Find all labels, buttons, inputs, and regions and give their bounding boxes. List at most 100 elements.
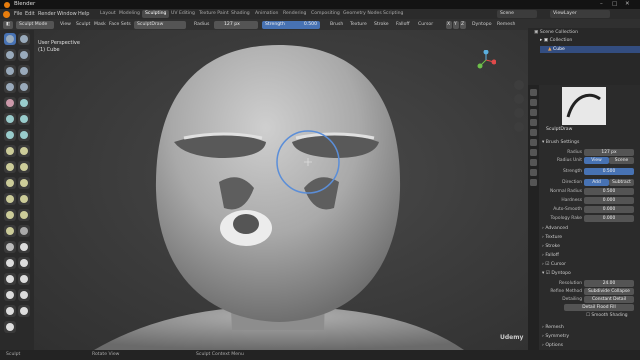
radius-field[interactable]: 127 px — [584, 149, 634, 156]
falloff-dropdown[interactable]: Falloff — [396, 22, 410, 27]
tool-pinch-icon[interactable] — [4, 145, 16, 157]
brush-selector[interactable]: SculptDraw — [134, 20, 186, 29]
world-tab-icon[interactable] — [530, 129, 537, 136]
tool-line-project-icon[interactable] — [4, 273, 16, 285]
object-tab-icon[interactable] — [530, 139, 537, 146]
tab-compositing[interactable]: Compositing — [308, 10, 343, 18]
tool-annotate-icon[interactable] — [4, 321, 16, 333]
auto-smooth-field[interactable]: 0.000 — [584, 206, 634, 213]
tool-thumb-icon[interactable] — [4, 177, 16, 189]
tool-mesh-filter-icon[interactable] — [18, 273, 30, 285]
tool-nudge-icon[interactable] — [4, 193, 16, 205]
tab-rendering[interactable]: Rendering — [280, 10, 309, 18]
dyntopo-panel[interactable]: ▾ ☑ Dyntopo — [542, 271, 571, 276]
physics-tab-icon[interactable] — [530, 159, 537, 166]
tool-draw-sharp-icon[interactable] — [18, 33, 30, 45]
tab-scripting[interactable]: Scripting — [380, 10, 406, 18]
menu-help[interactable]: Help — [78, 11, 89, 17]
tool-pose-icon[interactable] — [18, 177, 30, 189]
camera-icon[interactable] — [514, 108, 524, 118]
detailing-dropdown[interactable]: Constant Detail — [584, 296, 634, 303]
remesh-dropdown[interactable]: Remesh — [497, 22, 515, 27]
tool-slide-relax-icon[interactable] — [4, 209, 16, 221]
blender-menu-icon[interactable] — [3, 10, 10, 18]
topology-rake-field[interactable]: 0.000 — [584, 215, 634, 222]
maximize-icon[interactable]: □ — [612, 1, 617, 7]
tool-clay-strips-icon[interactable] — [18, 49, 30, 61]
falloff-panel[interactable]: › Falloff — [542, 253, 559, 258]
tool-draw-icon[interactable] — [4, 33, 16, 45]
menu-file[interactable]: File — [14, 11, 22, 17]
cursor-panel[interactable]: › ☑ Cursor — [542, 262, 566, 267]
tool-crease-icon[interactable] — [4, 97, 16, 109]
tool-smooth-icon[interactable] — [18, 97, 30, 109]
tab-geometry-nodes[interactable]: Geometry Nodes — [340, 10, 385, 18]
view-layer-selector[interactable]: ViewLayer — [550, 10, 610, 18]
tool-clay-thumb-icon[interactable] — [4, 65, 16, 77]
detail-flood-fill-button[interactable]: Detail Flood Fill — [564, 304, 634, 311]
tool-tab-icon[interactable] — [530, 89, 537, 96]
tab-modeling[interactable]: Modeling — [116, 10, 143, 18]
brush-preview[interactable] — [562, 87, 606, 125]
symmetry-panel[interactable]: › Symmetry — [542, 334, 569, 339]
tool-rotate-icon[interactable] — [18, 193, 30, 205]
zoom-icon[interactable] — [514, 80, 524, 90]
tab-animation[interactable]: Animation — [252, 10, 281, 18]
direction-subtract[interactable]: Subtract — [609, 179, 634, 186]
editor-type-icon[interactable]: ◧ — [3, 20, 13, 29]
tab-sculpting[interactable]: Sculpting — [142, 10, 170, 18]
brush-dropdown[interactable]: Brush — [330, 22, 343, 27]
cursor-dropdown[interactable]: Cursor — [418, 22, 433, 27]
outliner-scene-collection[interactable]: ▣ Scene Collection — [534, 30, 578, 35]
texture-panel[interactable]: › Texture — [542, 235, 562, 240]
menu-face-sets[interactable]: Face Sets — [109, 22, 131, 27]
tool-clay-icon[interactable] — [4, 49, 16, 61]
tool-scrape-icon[interactable] — [4, 129, 16, 141]
tool-snake-hook-icon[interactable] — [18, 161, 30, 173]
tab-shading[interactable]: Shading — [228, 10, 253, 18]
modifier-tab-icon[interactable] — [530, 149, 537, 156]
menu-sculpt[interactable]: Sculpt — [76, 22, 90, 27]
remesh-panel[interactable]: › Remesh — [542, 325, 564, 330]
tool-move-icon[interactable] — [4, 305, 16, 317]
dyntopo-dropdown[interactable]: Dyntopo — [472, 22, 492, 27]
mode-selector[interactable]: Sculpt Mode — [16, 20, 54, 29]
strength-slider[interactable]: Strength 0.500 — [262, 20, 320, 29]
scene-selector[interactable]: Scene — [497, 10, 537, 18]
tool-mask-icon[interactable] — [4, 241, 16, 253]
menu-window[interactable]: Window — [57, 11, 77, 17]
menu-edit[interactable]: Edit — [25, 11, 35, 17]
tool-box-mask-icon[interactable] — [4, 257, 16, 269]
outliner-cube-row[interactable]: ▲ Cube — [540, 46, 640, 53]
tab-uv-editing[interactable]: UV Editing — [168, 10, 198, 18]
options-panel[interactable]: › Options — [542, 343, 563, 348]
axis-y-toggle[interactable]: Y — [453, 20, 459, 29]
tool-elastic-deform-icon[interactable] — [4, 161, 16, 173]
tool-blob-icon[interactable] — [18, 81, 30, 93]
menu-view[interactable]: View — [60, 22, 71, 27]
tool-grab-icon[interactable] — [18, 145, 30, 157]
sculpt-mesh[interactable] — [34, 30, 528, 350]
stroke-panel[interactable]: › Stroke — [542, 244, 560, 249]
hardness-field[interactable]: 0.000 — [584, 197, 634, 204]
tool-simplify-icon[interactable] — [18, 225, 30, 237]
render-tab-icon[interactable] — [530, 99, 537, 106]
tool-lasso-mask-icon[interactable] — [18, 257, 30, 269]
output-tab-icon[interactable] — [530, 109, 537, 116]
scene-tab-icon[interactable] — [530, 119, 537, 126]
minimize-icon[interactable]: – — [600, 1, 603, 7]
strength-field[interactable]: 0.500 — [584, 168, 634, 175]
tool-fill-icon[interactable] — [18, 113, 30, 125]
navigation-gizmo[interactable] — [476, 49, 497, 70]
direction-add[interactable]: Add — [584, 179, 609, 186]
tool-draw-face-sets-icon[interactable] — [18, 241, 30, 253]
advanced-panel[interactable]: › Advanced — [542, 226, 568, 231]
tool-transform-icon[interactable] — [18, 305, 30, 317]
tool-multiplane-scrape-icon[interactable] — [18, 129, 30, 141]
resolution-field[interactable]: 24.00 — [584, 280, 634, 287]
3d-viewport[interactable]: User Perspective (1) Cube Udemy — [34, 30, 528, 350]
outliner-collection[interactable]: ▸ ▣ Collection — [540, 38, 572, 43]
menu-render[interactable]: Render — [38, 11, 56, 17]
brush-settings-header[interactable]: ▾ Brush Settings — [542, 140, 579, 145]
tool-cloth-icon[interactable] — [4, 225, 16, 237]
